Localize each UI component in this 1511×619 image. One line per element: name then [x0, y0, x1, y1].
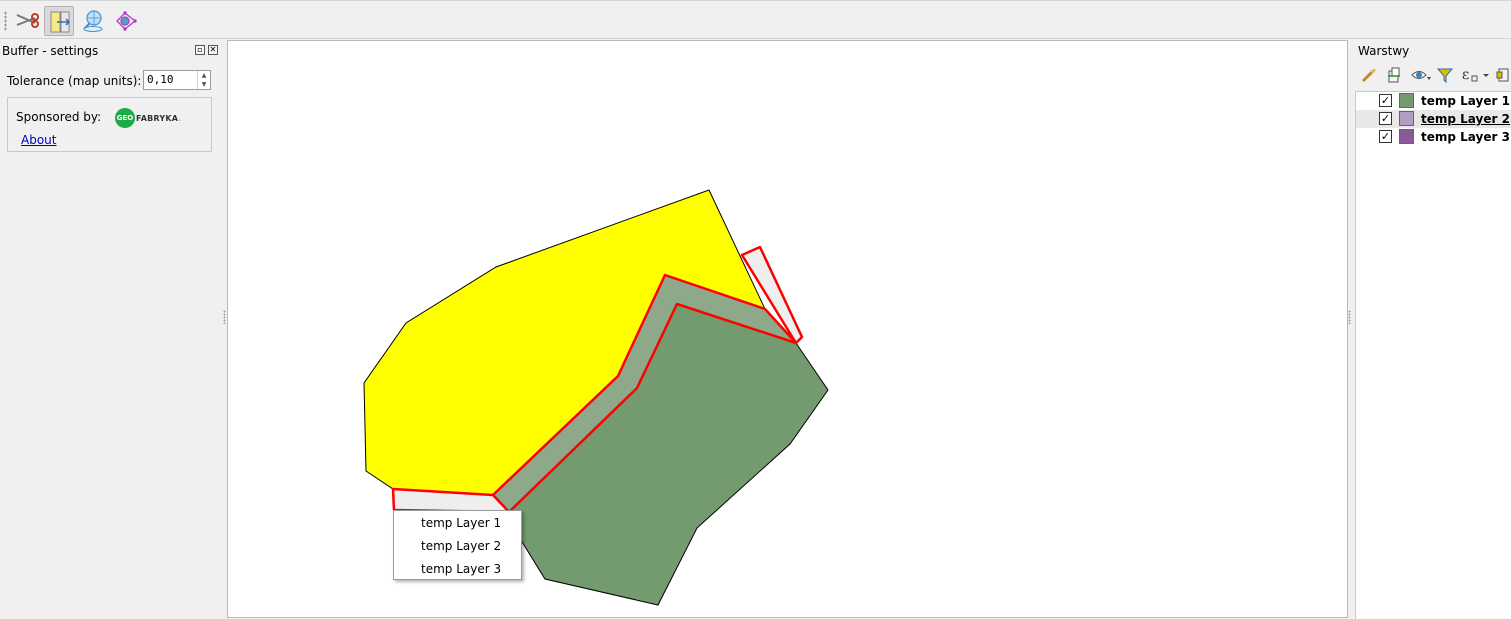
table-icon [1496, 68, 1509, 82]
globe-select-button[interactable] [78, 6, 108, 36]
layers-panel-title: Warstwy [1358, 44, 1410, 58]
close-panel-button[interactable]: ✕ [208, 45, 218, 55]
node-vertex-icon [116, 11, 137, 31]
layer-color-swatch [1399, 93, 1414, 108]
spin-arrows[interactable]: ▲ ▼ [197, 71, 210, 89]
layer-color-swatch [1399, 111, 1414, 126]
filter-icon [1436, 68, 1454, 84]
layers-panel: Warstwy ε ✓ temp Layer 1 ✓ temp Layer 2 … [1350, 40, 1511, 619]
geofabryka-logo: GEO FABRYKA. [115, 108, 185, 130]
layer-visibility-checkbox[interactable]: ✓ [1379, 112, 1392, 125]
layer-name[interactable]: temp Layer 2 [1421, 112, 1510, 126]
node-tool-button[interactable] [110, 6, 140, 36]
layer-tree: ✓ temp Layer 1 ✓ temp Layer 2 ✓ temp Lay… [1355, 91, 1511, 619]
buffer-split-icon [50, 11, 71, 33]
layer-visibility-checkbox[interactable]: ✓ [1379, 130, 1392, 143]
tolerance-spinbox[interactable]: 0,10 ▲ ▼ [143, 70, 211, 90]
spin-up-icon[interactable]: ▲ [198, 71, 210, 80]
toolbar-grip[interactable] [4, 11, 7, 31]
sponsored-label: Sponsored by: [16, 110, 102, 124]
context-menu-item[interactable]: temp Layer 3 [421, 562, 501, 576]
style-brush-button[interactable] [1360, 66, 1380, 86]
float-icon: ▫ [197, 45, 203, 54]
buffer-split-button[interactable] [44, 6, 74, 36]
add-group-button[interactable] [1385, 66, 1405, 86]
globe-select-icon [83, 10, 103, 32]
paintbrush-icon [1361, 69, 1376, 83]
expression-icon: ε [1462, 67, 1489, 83]
eye-icon [1411, 71, 1431, 80]
add-group-icon [1388, 67, 1400, 83]
panel-title: Buffer - settings [2, 44, 99, 58]
layer-row[interactable]: ✓ temp Layer 3 [1356, 128, 1511, 146]
logo-geo-circle: GEO [115, 108, 135, 128]
float-panel-button[interactable]: ▫ [195, 45, 205, 55]
layer-row[interactable]: ✓ temp Layer 2 [1356, 110, 1511, 128]
left-splitter[interactable] [223, 310, 226, 324]
tolerance-value[interactable]: 0,10 [147, 73, 174, 86]
scissors-icon [16, 13, 39, 28]
layer-context-menu: temp Layer 1 temp Layer 2 temp Layer 3 [393, 510, 522, 580]
layer-name[interactable]: temp Layer 3 [1421, 130, 1510, 144]
layer-overflow-button[interactable] [1496, 66, 1511, 86]
visibility-button[interactable] [1410, 66, 1431, 86]
filter-layers-button[interactable] [1436, 66, 1456, 86]
toolbar [0, 0, 1511, 39]
context-menu-item[interactable]: temp Layer 1 [421, 516, 501, 530]
layers-toolbar: ε [1360, 66, 1511, 86]
svg-text:ε: ε [1462, 67, 1469, 83]
layer-row[interactable]: ✓ temp Layer 1 [1356, 92, 1511, 110]
cut-tool-button[interactable] [12, 6, 42, 36]
buffer-settings-panel: Buffer - settings ▫ ✕ Tolerance (map uni… [0, 40, 226, 618]
close-icon: ✕ [209, 45, 217, 54]
expression-filter-button[interactable]: ε [1461, 66, 1489, 86]
layer-color-swatch [1399, 129, 1414, 144]
layer-name[interactable]: temp Layer 1 [1421, 94, 1510, 108]
logo-dot: . [178, 114, 182, 123]
context-menu-item[interactable]: temp Layer 2 [421, 539, 501, 553]
logo-text: FABRYKA [136, 114, 179, 123]
spin-down-icon[interactable]: ▼ [198, 80, 210, 89]
layer-visibility-checkbox[interactable]: ✓ [1379, 94, 1392, 107]
about-link[interactable]: About [21, 133, 56, 147]
sponsor-box: Sponsored by: GEO FABRYKA. About [7, 97, 212, 152]
tolerance-label: Tolerance (map units): [7, 74, 142, 88]
